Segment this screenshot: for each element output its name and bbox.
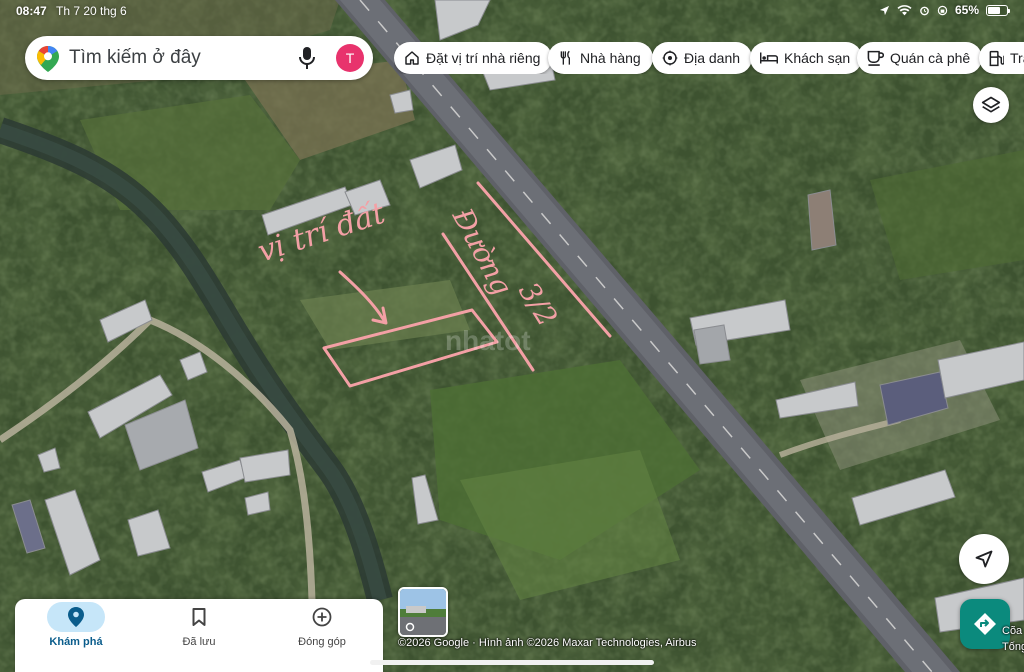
chip-label: Trạm xăng <box>1010 50 1024 66</box>
google-maps-pin-icon <box>37 46 59 72</box>
status-bar: 08:47 Th 7 20 thg 6 65% <box>0 0 1024 22</box>
nav-icon-wrap <box>170 602 228 632</box>
chip-set-home[interactable]: Đặt vị trí nhà riêng <box>394 42 553 74</box>
microphone-icon[interactable] <box>299 46 315 70</box>
satellite-map[interactable]: vị trí đất Đường 3/2 nhatot <box>0 0 1024 672</box>
nav-label: Khám phá <box>49 636 103 648</box>
status-time: 08:47 <box>16 4 47 18</box>
chip-restaurants[interactable]: Nhà hàng <box>548 42 653 74</box>
category-chips: Đặt vị trí nhà riêng Nhà hàng Địa danh K… <box>394 42 1024 74</box>
my-location-button[interactable] <box>959 534 1009 584</box>
nav-explore[interactable]: Khám phá <box>15 599 137 672</box>
explore-pin-icon <box>68 607 84 627</box>
chip-gas-station[interactable]: Trạm xăng <box>979 42 1024 74</box>
watermark-text: nhatot <box>445 325 531 356</box>
chip-label: Quán cà phê <box>890 50 971 66</box>
layers-icon <box>981 96 1001 113</box>
add-circle-icon <box>312 607 332 627</box>
bottom-navigation: Khám phá Đã lưu Đóng góp <box>15 599 383 672</box>
location-arrow-icon <box>879 5 890 15</box>
battery-icon <box>986 4 1010 16</box>
street-view-preview <box>400 589 446 635</box>
chip-label: Khách sạn <box>784 50 851 66</box>
chip-landmarks[interactable]: Địa danh <box>652 42 753 74</box>
map-attribution: ©2026 Google · Hình ảnh ©2026 Maxar Tech… <box>398 637 697 649</box>
place-label: Cõa Tống Yến <box>1002 625 1024 653</box>
chip-label: Đặt vị trí nhà riêng <box>426 50 541 66</box>
status-date: Th 7 20 thg 6 <box>56 4 127 18</box>
status-icons: 65% <box>879 3 1010 17</box>
battery-percent: 65% <box>954 3 979 17</box>
coffee-icon <box>867 50 884 66</box>
alarm-icon <box>920 6 929 15</box>
nav-icon-highlight <box>47 602 105 632</box>
search-bar[interactable]: T <box>25 36 373 80</box>
nav-label: Đóng góp <box>298 636 346 648</box>
chip-label: Địa danh <box>684 50 741 66</box>
wifi-icon <box>897 4 912 15</box>
nav-icon-wrap <box>293 602 351 632</box>
gas-station-icon <box>989 50 1004 66</box>
chip-label: Nhà hàng <box>580 50 641 66</box>
hotel-icon <box>760 52 778 64</box>
nav-label: Đã lưu <box>182 636 216 648</box>
nav-contribute[interactable]: Đóng góp <box>261 599 383 672</box>
bookmark-icon <box>192 608 206 626</box>
avatar[interactable]: T <box>336 44 364 72</box>
nav-saved[interactable]: Đã lưu <box>138 599 260 672</box>
layers-button[interactable] <box>973 87 1009 123</box>
chip-hotels[interactable]: Khách sạn <box>750 42 863 74</box>
search-input[interactable] <box>69 46 289 70</box>
directions-icon <box>974 613 996 635</box>
restaurant-icon <box>560 50 570 65</box>
street-view-thumbnail[interactable] <box>398 587 448 637</box>
chip-coffee[interactable]: Quán cà phê <box>857 42 983 74</box>
home-icon <box>405 51 419 65</box>
lock-rotation-icon <box>937 5 948 15</box>
home-indicator <box>370 660 654 665</box>
landmark-icon <box>662 50 678 66</box>
navigation-arrow-icon <box>975 550 993 568</box>
